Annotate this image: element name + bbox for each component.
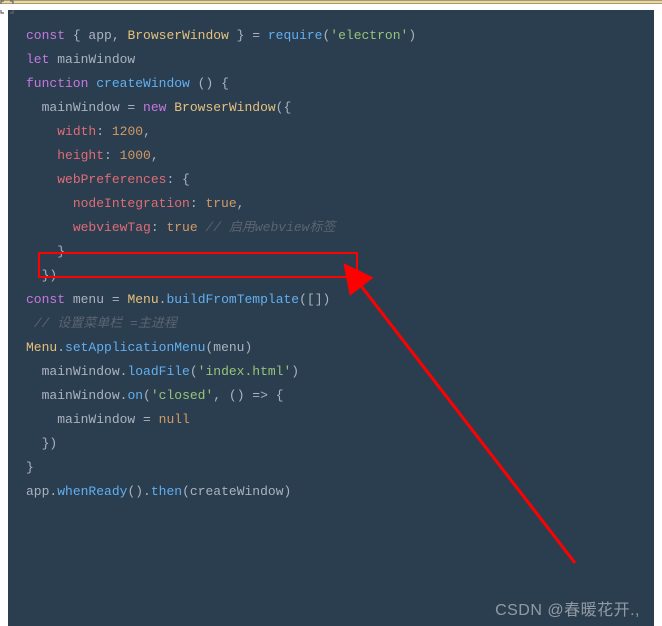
code-line: webPreferences: {	[8, 168, 654, 192]
code-line: }	[8, 456, 654, 480]
code-line: Menu.setApplicationMenu(menu)	[8, 336, 654, 360]
code-line: })	[8, 432, 654, 456]
code-line: app.whenReady().then(createWindow)	[8, 480, 654, 504]
code-line: function createWindow () {	[8, 72, 654, 96]
code-line: // 设置菜单栏 =主进程	[8, 312, 654, 336]
code-line: mainWindow.on('closed', () => {	[8, 384, 654, 408]
code-line: }	[8, 240, 654, 264]
code-line: const { app, BrowserWindow } = require('…	[8, 24, 654, 48]
code-editor-pane: const { app, BrowserWindow } = require('…	[8, 10, 654, 626]
code-line: mainWindow = null	[8, 408, 654, 432]
code-line: let mainWindow	[8, 48, 654, 72]
top-divider-bar	[0, 0, 662, 4]
code-line: })	[8, 264, 654, 288]
code-line: mainWindow = new BrowserWindow({	[8, 96, 654, 120]
code-line: width: 1200,	[8, 120, 654, 144]
code-line: const menu = Menu.buildFromTemplate([])	[8, 288, 654, 312]
code-line: nodeIntegration: true,	[8, 192, 654, 216]
code-line: height: 1000,	[8, 144, 654, 168]
fullscreen-corner-icon	[0, 0, 14, 14]
code-line-highlighted: webviewTag: true // 启用webview标签	[8, 216, 654, 240]
csdn-watermark: CSDN @春暖花开.,	[495, 596, 640, 620]
code-line: mainWindow.loadFile('index.html')	[8, 360, 654, 384]
